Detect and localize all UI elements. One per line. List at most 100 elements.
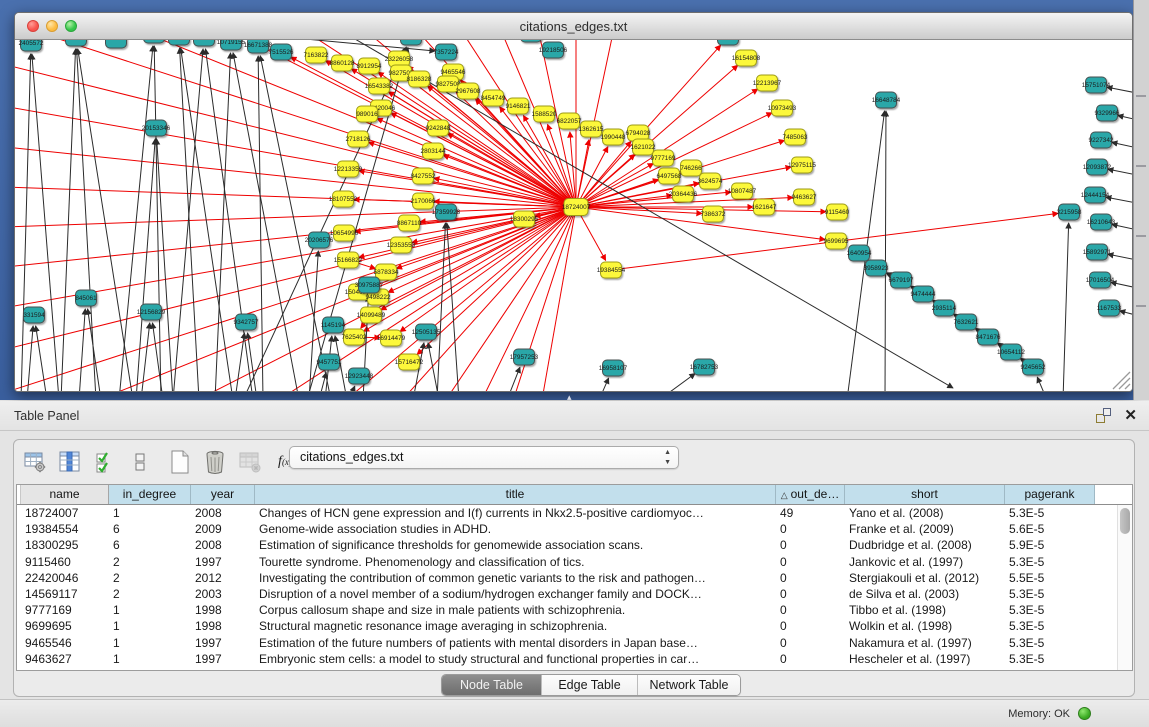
table-row[interactable]: 946554611997Estimation of the future num… xyxy=(17,635,1132,651)
graph-node-label: 1362615 xyxy=(579,126,604,133)
column-header-out-de-[interactable]: △out_de… xyxy=(776,485,845,504)
table-mode-button[interactable] xyxy=(22,449,48,475)
graph-node-label: 17957253 xyxy=(510,354,539,361)
network-window[interactable]: citations_edges.txt 18724007716382288601… xyxy=(14,12,1133,392)
graph-node-label: 1640954 xyxy=(847,250,872,257)
graph-node-label: 3624574 xyxy=(698,178,723,185)
graph-node-label: 18107552 xyxy=(329,196,358,203)
graph-node[interactable] xyxy=(521,40,542,42)
graph-node-label: 9146821 xyxy=(506,103,531,110)
graph-node-label: 8912954 xyxy=(357,63,382,70)
table-panel-titlebar: Table Panel ✕ xyxy=(0,401,1149,431)
graph-node[interactable] xyxy=(144,40,165,43)
graph-node-label: 16914479 xyxy=(377,335,406,342)
graph-node-label: 23226058 xyxy=(385,56,414,63)
cell-year: 1997 xyxy=(191,635,255,651)
graph-node-label: 1621647 xyxy=(752,204,777,211)
cell-title: Estimation of significance thresholds fo… xyxy=(255,537,776,553)
table-row[interactable]: 946362711997Embryonic stem cells: a mode… xyxy=(17,651,1132,667)
table-row[interactable]: 977716911998Corpus callosum shape and si… xyxy=(17,602,1132,618)
table-vertical-scrollbar[interactable] xyxy=(1117,505,1132,671)
column-header-year[interactable]: year xyxy=(191,485,255,504)
cell-name: 9115460 xyxy=(21,554,109,570)
graph-node-label: 2087682 xyxy=(716,40,741,41)
graph-node-label: 16958107 xyxy=(599,365,628,372)
column-header-name[interactable]: name xyxy=(21,485,109,504)
cell-year: 1998 xyxy=(191,602,255,618)
float-panel-icon[interactable] xyxy=(1096,408,1111,423)
cell-short: Yano et al. (2008) xyxy=(845,505,1005,521)
column-header-title[interactable]: title xyxy=(255,485,776,504)
close-panel-icon[interactable]: ✕ xyxy=(1124,408,1137,423)
tab-edge-table[interactable]: Edge Table xyxy=(542,675,638,695)
cell-out-de-: 0 xyxy=(776,586,845,602)
graph-node-label: 15716472 xyxy=(395,359,424,366)
node-table: namein_degreeyeartitle△out_de…shortpager… xyxy=(16,484,1133,671)
sort-ascending-icon: △ xyxy=(781,490,788,500)
table-row[interactable]: 1830029562008Estimation of significance … xyxy=(17,537,1132,553)
table-toolbar: f(x) xyxy=(22,445,307,479)
cell-title: Corpus callosum shape and size in male p… xyxy=(255,602,776,618)
graph-node-label: 16210643 xyxy=(1087,219,1116,226)
graph-node-label: 14099489 xyxy=(357,312,386,319)
cell-pagerank: 5.3E-5 xyxy=(1005,618,1095,634)
graph-node-label: 8454749 xyxy=(481,95,506,102)
graph-node-label: 12353553 xyxy=(387,242,416,249)
panel-splitter-handle[interactable]: ▴ xyxy=(567,392,572,403)
graph-node-label: 9245652 xyxy=(1021,364,1046,371)
graph-node-label: 1621022 xyxy=(631,144,656,151)
delete-columns-button[interactable] xyxy=(202,449,228,475)
cell-in-degree: 2 xyxy=(109,554,191,570)
tab-network-table[interactable]: Network Table xyxy=(638,675,740,695)
cell-pagerank: 5.3E-5 xyxy=(1005,635,1095,651)
cell-pagerank: 5.3E-5 xyxy=(1005,651,1095,667)
network-view[interactable]: 1872400771638228860128891295423226058982… xyxy=(15,40,1132,391)
graph-node-label: 7625402 xyxy=(342,334,367,341)
cell-in-degree: 2 xyxy=(109,570,191,586)
graph-node-label: 19384554 xyxy=(597,267,626,274)
cell-short: Nakamura et al. (1997) xyxy=(845,635,1005,651)
table-row[interactable]: 969969511998Structural magnetic resonanc… xyxy=(17,618,1132,634)
cell-short: de Silva et al. (2003) xyxy=(845,586,1005,602)
column-header-pagerank[interactable]: pagerank xyxy=(1005,485,1095,504)
table-row[interactable]: 1938455462009Genome-wide association stu… xyxy=(17,521,1132,537)
graph-node-label: 9474444 xyxy=(911,291,936,298)
graph-node-label: 9465546 xyxy=(441,69,466,76)
citation-network-graph: 1872400771638228860128891295423226058982… xyxy=(15,40,1132,391)
scrollbar-thumb[interactable] xyxy=(1120,508,1130,534)
cell-out-de-: 0 xyxy=(776,651,845,667)
graph-node-label: 9457751 xyxy=(317,359,342,366)
column-header-in-degree[interactable]: in_degree xyxy=(109,485,191,504)
table-row[interactable]: 911546021997Tourette syndrome. Phenomeno… xyxy=(17,554,1132,570)
graph-node-label: 9342757 xyxy=(234,319,259,326)
table-row[interactable]: 1872400712008Changes of HCN gene express… xyxy=(17,505,1132,521)
cell-name: 9463627 xyxy=(21,651,109,667)
new-column-button[interactable] xyxy=(167,449,193,475)
cell-short: Wolkin et al. (1998) xyxy=(845,618,1005,634)
graph-node-label: 20364436 xyxy=(669,191,698,198)
column-header-short[interactable]: short xyxy=(845,485,1005,504)
graph-node-label: 12505135 xyxy=(412,329,441,336)
graph-node-label: 331594 xyxy=(23,312,45,319)
table-selector-dropdown[interactable]: citations_edges.txt ▲▼ xyxy=(289,446,679,469)
cell-out-de-: 0 xyxy=(776,570,845,586)
graph-node-label: 8867110 xyxy=(397,220,422,227)
network-window-titlebar[interactable]: citations_edges.txt xyxy=(15,13,1132,40)
row-selection-button[interactable] xyxy=(92,449,118,475)
graph-node-label: 16648784 xyxy=(872,97,901,104)
graph-node-label: 17359928 xyxy=(432,209,461,216)
memory-status-label: Memory: OK xyxy=(1008,708,1070,720)
cell-year: 2012 xyxy=(191,570,255,586)
show-columns-icon xyxy=(58,450,82,474)
show-columns-button[interactable] xyxy=(57,449,83,475)
graph-node-label: 6497568 xyxy=(657,173,682,180)
cell-pagerank: 5.3E-5 xyxy=(1005,602,1095,618)
table-row[interactable]: 1456911722003Disruption of a novel membe… xyxy=(17,586,1132,602)
table-panel-body: f(x) citations_edges.txt ▲▼ namein_degre… xyxy=(13,439,1135,697)
cell-year: 1997 xyxy=(191,554,255,570)
row-height-button[interactable] xyxy=(127,449,153,475)
tab-node-table[interactable]: Node Table xyxy=(442,675,542,695)
graph-node-label: 6679197 xyxy=(889,277,914,284)
table-row[interactable]: 2242004622012Investigating the contribut… xyxy=(17,570,1132,586)
graph-node[interactable] xyxy=(106,40,127,48)
